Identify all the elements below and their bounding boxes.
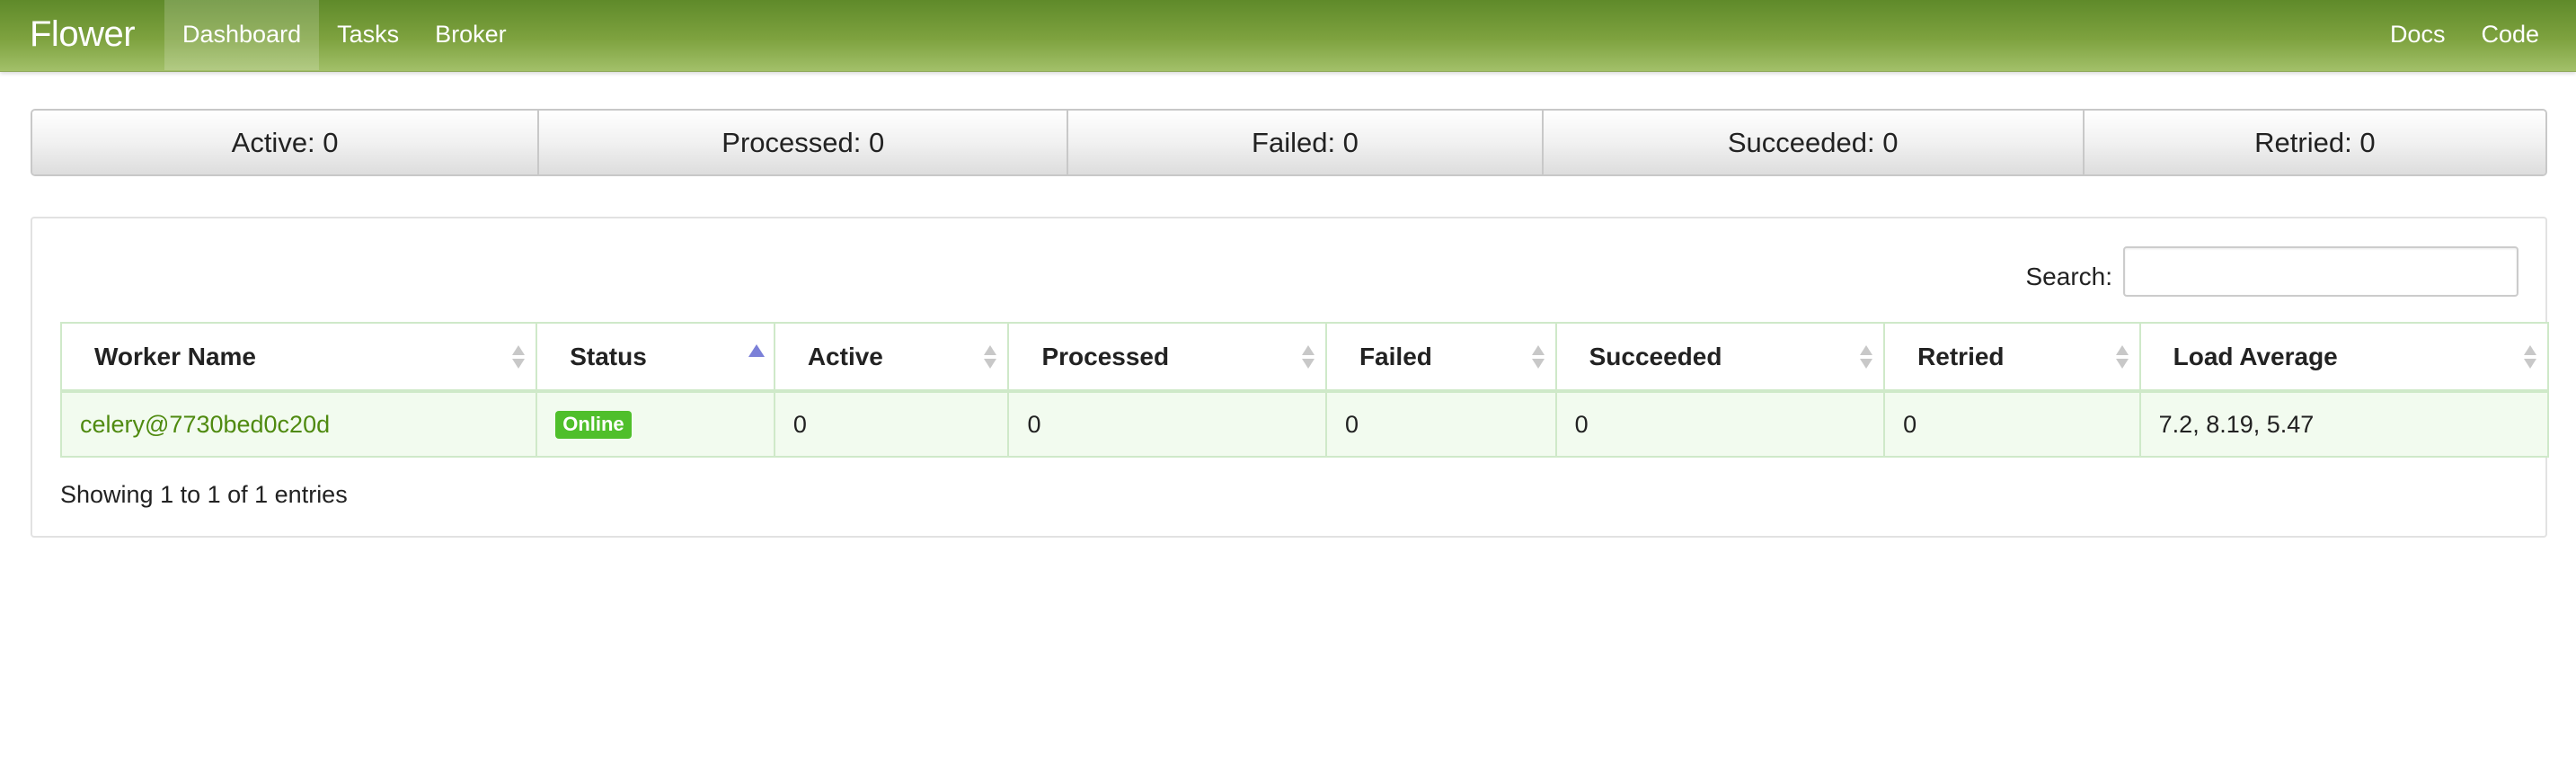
table-row: celery@7730bed0c20d Online 0 0 0 0 0 7.2… (60, 393, 2549, 458)
main-nav: Dashboard Tasks Broker (164, 0, 525, 70)
nav-docs[interactable]: Docs (2372, 0, 2464, 70)
task-counters: Active: 0 Processed: 0 Failed: 0 Succeed… (31, 109, 2547, 176)
workers-panel: Search: Worker Name Status Active Proces… (31, 217, 2549, 538)
column-header-worker-name[interactable]: Worker Name (62, 324, 538, 389)
cell-load-average: 7.2, 8.19, 5.47 (2158, 410, 2315, 438)
nav-tasks[interactable]: Tasks (319, 0, 417, 70)
counter-succeeded[interactable]: Succeeded: 0 (1543, 111, 2085, 174)
sort-both-icon (1860, 343, 1873, 370)
counter-active[interactable]: Active: 0 (32, 111, 540, 174)
top-navbar: Flower Dashboard Tasks Broker Docs Code (0, 0, 2576, 72)
sort-both-icon (1531, 343, 1545, 370)
sort-asc-icon (748, 344, 765, 357)
cell-active: 0 (775, 393, 1010, 456)
column-header-label: Active (807, 342, 883, 370)
counter-processed[interactable]: Processed: 0 (539, 111, 1069, 174)
column-header-load-average[interactable]: Load Average (2141, 324, 2547, 389)
column-header-label: Load Average (2173, 342, 2338, 370)
sort-both-icon (1301, 343, 1315, 370)
cell-status: Online (537, 393, 775, 456)
counter-failed[interactable]: Failed: 0 (1068, 111, 1544, 174)
column-header-label: Worker Name (94, 342, 257, 370)
nav-dashboard[interactable]: Dashboard (164, 0, 320, 70)
workers-table: Worker Name Status Active Processed Fail… (60, 322, 2549, 458)
column-header-succeeded[interactable]: Succeeded (1557, 324, 1886, 389)
sort-both-icon (984, 343, 997, 370)
sort-both-icon (512, 343, 526, 370)
search-input[interactable] (2123, 246, 2518, 297)
table-header: Worker Name Status Active Processed Fail… (60, 322, 2549, 393)
cell-retried: 0 (1885, 393, 2141, 456)
nav-broker[interactable]: Broker (417, 0, 525, 70)
brand-logo[interactable]: Flower (30, 0, 136, 70)
column-header-label: Succeeded (1589, 342, 1722, 370)
column-header-active[interactable]: Active (775, 324, 1010, 389)
cell-succeeded: 0 (1557, 393, 1886, 456)
nav-code[interactable]: Code (2463, 0, 2557, 70)
column-header-label: Retried (1917, 342, 2005, 370)
search-label: Search: (2025, 263, 2113, 290)
column-header-label: Processed (1041, 342, 1170, 370)
worker-link[interactable]: celery@7730bed0c20d (80, 411, 330, 439)
cell-processed: 0 (1009, 393, 1327, 456)
status-badge: Online (555, 410, 632, 439)
cell-worker-name: celery@7730bed0c20d (62, 393, 538, 456)
column-header-label: Failed (1359, 342, 1432, 370)
sort-both-icon (2115, 343, 2129, 370)
counter-retried[interactable]: Retried: 0 (2084, 111, 2545, 174)
table-info: Showing 1 to 1 of 1 entries (60, 481, 348, 508)
column-header-failed[interactable]: Failed (1327, 324, 1557, 389)
column-header-retried[interactable]: Retried (1885, 324, 2141, 389)
column-header-label: Status (570, 342, 647, 370)
column-header-processed[interactable]: Processed (1009, 324, 1327, 389)
column-header-status[interactable]: Status (537, 324, 775, 389)
cell-failed: 0 (1327, 393, 1557, 456)
secondary-nav: Docs Code (2372, 0, 2557, 70)
sort-both-icon (2523, 343, 2536, 370)
